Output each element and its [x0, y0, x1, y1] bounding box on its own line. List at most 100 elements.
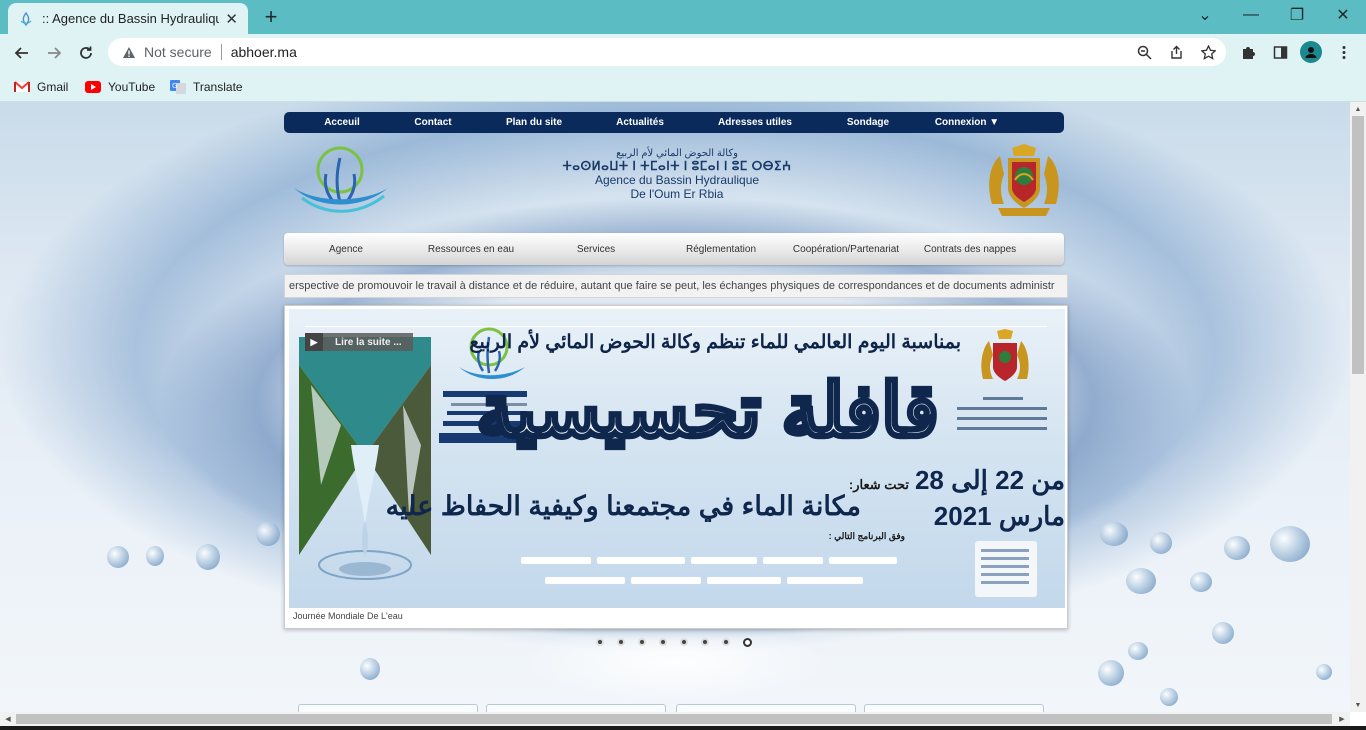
side-panel-icon[interactable] — [1270, 42, 1290, 62]
water-drop-decoration — [360, 658, 380, 680]
slider-dot[interactable] — [722, 638, 730, 646]
scroll-down-arrow-icon[interactable]: ▼ — [1350, 698, 1366, 712]
water-drop-decoration — [256, 522, 280, 546]
slider-dot[interactable] — [680, 638, 688, 646]
vertical-scroll-thumb[interactable] — [1352, 116, 1364, 374]
nav-connexion[interactable]: Connexion ▼ — [904, 117, 1030, 128]
slide-divider-line — [305, 326, 1047, 327]
security-label: Not secure — [144, 44, 212, 60]
water-drop-decoration — [1270, 526, 1310, 562]
vertical-scrollbar[interactable]: ▲ ▼ — [1350, 102, 1366, 712]
slider-dot[interactable] — [638, 638, 646, 646]
forward-arrow-icon[interactable] — [40, 40, 68, 66]
share-icon[interactable] — [1166, 42, 1186, 62]
bookmark-label: Gmail — [37, 80, 69, 94]
minimize-button[interactable]: — — [1228, 0, 1274, 30]
top-navigation: Acceuil Contact Plan du site Actualités … — [284, 112, 1064, 133]
scroll-right-arrow-icon[interactable]: ▶ — [1334, 712, 1350, 726]
slider-dot[interactable] — [617, 638, 625, 646]
main-navigation: Agence Ressources en eau Services Réglem… — [284, 233, 1064, 265]
agency-name-tifinagh: ⵜⴰⵙⵍⴰⵡⵜ ⵏ ⵜⵎⴰⵏⵜ ⵏ ⵓⵎⴰⵏ ⵏ ⵓⵎ ⵔⴱⵉⵄ — [562, 159, 792, 173]
read-more-button[interactable]: ▶ Lire la suite ... — [305, 333, 413, 351]
abhoer-logo[interactable] — [288, 144, 392, 220]
menu-reglementation[interactable]: Réglementation — [658, 244, 784, 255]
bookmarks-bar: Gmail YouTube G Translate — [0, 71, 1366, 102]
slider-dot[interactable] — [743, 638, 752, 647]
agency-name-arabic: وكالة الحوض المائي لأم الربيع — [616, 148, 738, 159]
menu-cooperation-partenariat[interactable]: Coopération/Partenariat — [784, 244, 908, 255]
banner-slogan: مكانة الماء في مجتمعنا وكيفية الحفاظ علي… — [385, 491, 861, 521]
taskbar-edge — [0, 726, 1366, 730]
nav-actualites[interactable]: Actualités — [602, 117, 678, 128]
water-drop-decoration — [196, 544, 220, 570]
bookmark-translate[interactable]: G Translate — [170, 77, 243, 97]
nav-plan-du-site[interactable]: Plan du site — [466, 117, 602, 128]
menu-services[interactable]: Services — [534, 244, 658, 255]
news-ticker[interactable]: erspective de promouvoir le travail à di… — [284, 274, 1068, 298]
banner-ministry-text — [949, 393, 1057, 433]
tab-search-button[interactable]: ⌄ — [1182, 0, 1228, 30]
extensions-puzzle-icon[interactable] — [1238, 42, 1258, 62]
read-more-label: Lire la suite ... — [335, 336, 402, 348]
new-tab-button[interactable]: + — [258, 4, 284, 30]
address-bar[interactable]: Not secure abhoer.ma — [108, 38, 1226, 66]
svg-text:G: G — [172, 82, 177, 90]
address-separator — [220, 44, 222, 60]
water-drop-decoration — [1316, 664, 1332, 680]
profile-avatar-icon[interactable] — [1300, 41, 1322, 63]
site-favicon-icon — [18, 11, 34, 27]
browser-menu-icon[interactable] — [1334, 42, 1354, 62]
browser-tab[interactable]: :: Agence du Bassin Hydraulique de ✕ — [8, 3, 248, 34]
zoom-icon[interactable] — [1134, 42, 1154, 62]
nav-acceuil[interactable]: Acceuil — [284, 117, 400, 128]
nav-contact[interactable]: Contact — [400, 117, 466, 128]
agency-name-french-line2: De l'Oum Er Rbia — [630, 187, 724, 201]
horizontal-scroll-thumb[interactable] — [16, 714, 1332, 724]
tab-title: :: Agence du Bassin Hydraulique de — [42, 11, 220, 26]
web-page: Acceuil Contact Plan du site Actualités … — [0, 102, 1350, 712]
scroll-left-arrow-icon[interactable]: ◀ — [0, 712, 16, 726]
horizontal-scrollbar[interactable]: ◀ ▶ — [0, 712, 1350, 726]
water-drop-decoration — [1160, 688, 1178, 706]
browser-tab-bar: :: Agence du Bassin Hydraulique de ✕ + ⌄… — [0, 0, 1366, 34]
play-arrow-icon: ▶ — [305, 333, 323, 351]
banner-schedule-label: وفق البرنامج التالي : — [828, 531, 905, 541]
water-drop-decoration — [107, 546, 129, 568]
back-arrow-icon[interactable] — [8, 40, 36, 66]
water-drop-decoration — [1128, 642, 1148, 660]
bookmark-star-icon[interactable] — [1198, 42, 1218, 62]
bottom-panels — [298, 704, 1058, 712]
slide-caption: Journée Mondiale De L'eau — [293, 611, 403, 621]
water-drop-decoration — [1098, 660, 1124, 686]
menu-ressources-en-eau[interactable]: Ressources en eau — [408, 244, 534, 255]
bookmark-youtube[interactable]: YouTube — [85, 77, 155, 97]
slider-dot[interactable] — [659, 638, 667, 646]
gmail-icon — [14, 80, 30, 94]
bookmark-gmail[interactable]: Gmail — [14, 77, 68, 97]
water-drop-decoration — [1190, 572, 1212, 592]
browser-toolbar: Not secure abhoer.ma — [0, 34, 1366, 71]
water-drop-decoration — [1100, 522, 1128, 546]
banner-date-range: من 22 إلى 28 — [914, 465, 1065, 495]
reload-icon[interactable] — [72, 40, 100, 66]
nav-adresses-utiles[interactable]: Adresses utiles — [678, 117, 832, 128]
not-secure-warning-icon[interactable] — [120, 44, 138, 60]
water-drop-decoration — [1212, 622, 1234, 644]
nav-sondage[interactable]: Sondage — [832, 117, 904, 128]
menu-contrats-des-nappes[interactable]: Contrats des nappes — [908, 244, 1032, 255]
slider-dot[interactable] — [701, 638, 709, 646]
agency-title-block: وكالة الحوض المائي لأم الربيع ⵜⴰⵙⵍⴰⵡⵜ ⵏ … — [520, 148, 834, 201]
restore-button[interactable]: ❐ — [1274, 0, 1320, 30]
news-slider: ▶ Lire la suite ... بمناسبة اليوم العالم… — [284, 305, 1068, 629]
tab-close-icon[interactable]: ✕ — [225, 10, 238, 28]
slider-dot[interactable] — [596, 638, 604, 646]
close-window-button[interactable]: ✕ — [1320, 0, 1366, 30]
slide-banner-image[interactable]: ▶ Lire la suite ... بمناسبة اليوم العالم… — [289, 309, 1065, 608]
morocco-coat-of-arms-icon — [982, 144, 1066, 218]
menu-agence[interactable]: Agence — [284, 244, 408, 255]
scroll-up-arrow-icon[interactable]: ▲ — [1350, 102, 1366, 116]
youtube-icon — [85, 80, 101, 94]
water-drop-decoration — [146, 546, 164, 566]
banner-title: قافلة تحسيسية — [474, 367, 939, 454]
url-text[interactable]: abhoer.ma — [231, 44, 297, 60]
